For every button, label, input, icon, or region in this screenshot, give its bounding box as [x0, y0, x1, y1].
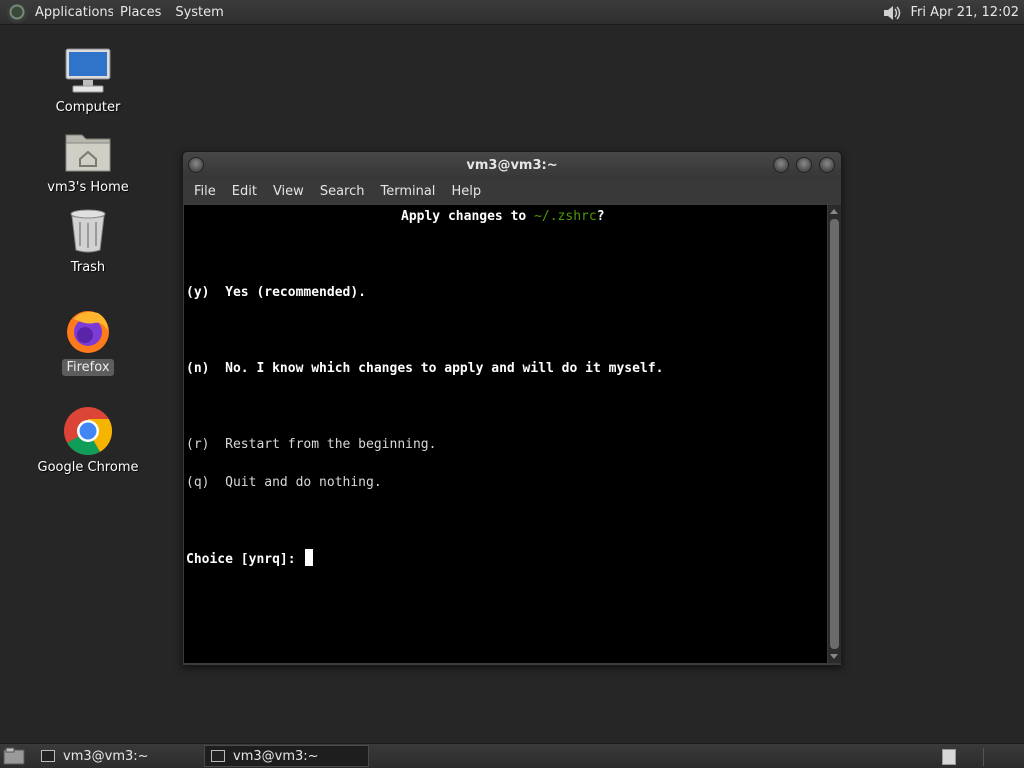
terminal-window[interactable]: vm3@vm3:~ File Edit View Search Terminal…: [182, 151, 842, 666]
desktop-icon-label: Trash: [70, 260, 106, 275]
apply-prefix: Apply changes to: [401, 209, 535, 224]
terminal-scrollbar[interactable]: [828, 205, 841, 663]
text-cursor: [305, 549, 314, 566]
option-q: (q) Quit and do nothing.: [186, 475, 382, 490]
desktop-icon-trash[interactable]: Trash: [33, 205, 143, 276]
main-menu-icon[interactable]: [6, 1, 28, 23]
desktop-icon-chrome[interactable]: Google Chrome: [33, 405, 143, 476]
desktop-icon-computer[interactable]: Computer: [33, 45, 143, 116]
clock[interactable]: Fri Apr 21, 12:02: [910, 5, 1019, 20]
places-menu[interactable]: Places: [113, 5, 168, 20]
menu-search[interactable]: Search: [312, 184, 373, 199]
taskbar-item[interactable]: vm3@vm3:~: [35, 745, 200, 767]
taskbar-item-label: vm3@vm3:~: [233, 748, 319, 764]
workspace-switcher[interactable]: [942, 749, 956, 765]
applications-menu[interactable]: Applications: [33, 5, 113, 20]
chrome-icon: [62, 405, 114, 457]
choice-prompt: Choice [ynrq]:: [186, 552, 304, 567]
desktop-icon-label: Firefox: [62, 359, 114, 376]
computer-icon: [62, 45, 114, 97]
desktop-icon-firefox[interactable]: Firefox: [33, 305, 143, 376]
terminal-icon: [41, 750, 55, 762]
system-menu[interactable]: System: [168, 5, 230, 20]
maximize-button[interactable]: [796, 157, 812, 173]
terminal-menubar: File Edit View Search Terminal Help: [183, 179, 841, 204]
desktop-icon-label: Computer: [55, 100, 121, 115]
taskbar-item-active[interactable]: vm3@vm3:~: [204, 745, 369, 767]
option-y: (y) Yes (recommended).: [186, 285, 367, 300]
menu-view[interactable]: View: [265, 184, 312, 199]
trash-icon: [62, 205, 114, 257]
menu-terminal[interactable]: Terminal: [372, 184, 443, 199]
show-desktop-icon[interactable]: [3, 747, 25, 765]
apply-line: Apply changes to ~/.zshrc?: [186, 207, 827, 226]
scroll-up-icon[interactable]: [830, 209, 838, 214]
top-panel-tray: Fri Apr 21, 12:02: [880, 0, 1024, 25]
scrollbar-thumb[interactable]: [830, 219, 839, 649]
prompt-line: Choice [ynrq]:: [186, 549, 827, 569]
apply-path: ~/.zshrc: [534, 209, 597, 224]
scroll-down-icon[interactable]: [830, 654, 838, 659]
window-menu-button[interactable]: [188, 157, 204, 173]
desktop-icon-label: vm3's Home: [47, 180, 129, 195]
option-r: (r) Restart from the beginning.: [186, 437, 437, 452]
minimize-button[interactable]: [773, 157, 789, 173]
terminal-icon: [211, 750, 225, 762]
desktop-icon-label: Google Chrome: [37, 460, 139, 475]
menu-help[interactable]: Help: [443, 184, 489, 199]
menu-file[interactable]: File: [186, 184, 224, 199]
option-n: (n) No. I know which changes to apply an…: [186, 361, 664, 376]
panel-separator: [983, 748, 984, 766]
window-titlebar[interactable]: vm3@vm3:~: [183, 152, 841, 179]
terminal-output[interactable]: Apply changes to ~/.zshrc? (y) Yes (reco…: [184, 205, 827, 663]
firefox-icon: [62, 305, 114, 357]
top-panel: Applications Places System Fri Apr 21, 1…: [0, 0, 1024, 25]
desktop-icon-home[interactable]: vm3's Home: [33, 125, 143, 196]
volume-icon[interactable]: [880, 2, 902, 24]
taskbar-item-label: vm3@vm3:~: [63, 748, 149, 764]
apply-suffix: ?: [596, 209, 605, 224]
home-folder-icon: [62, 125, 114, 177]
bottom-panel: vm3@vm3:~ vm3@vm3:~: [0, 743, 1024, 768]
window-title: vm3@vm3:~: [466, 158, 558, 173]
menu-edit[interactable]: Edit: [224, 184, 265, 199]
close-button[interactable]: [819, 157, 835, 173]
